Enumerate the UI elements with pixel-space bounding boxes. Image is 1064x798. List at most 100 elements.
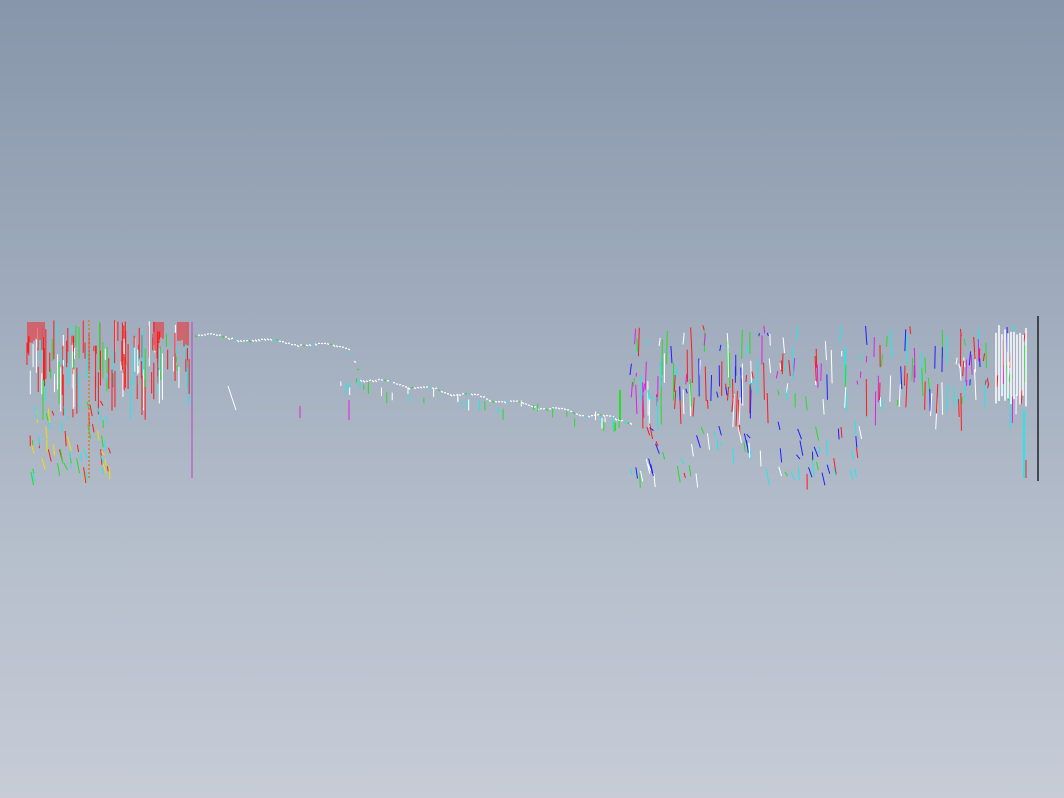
drawing-stroke [706,399,709,409]
drawing-stroke [795,454,801,460]
drawing-stroke [482,395,486,398]
drawing-stroke [401,384,405,387]
drawing-stroke [855,436,858,448]
drawing-stroke [745,375,748,383]
drawing-stroke [649,423,654,440]
drawing-stroke [820,363,822,381]
drawing-stroke [778,466,783,477]
drawing-stroke [718,425,722,436]
drawing-stroke [371,379,375,383]
drawing-stroke [904,329,907,352]
drawing-stroke [422,386,426,389]
drawing-stroke [51,410,55,416]
drawing-stroke [620,419,624,422]
drawing-stroke [587,415,591,418]
drawing-stroke [840,426,843,438]
drawing-stroke [47,408,50,423]
drawing-stroke [311,343,315,347]
drawing-stroke [332,344,336,348]
drawing-stroke [272,338,276,342]
drawing-stroke [738,397,741,425]
drawing-stroke [557,407,561,410]
drawing-stroke [974,369,977,401]
drawing-stroke [782,337,786,353]
drawing-stroke [766,393,769,424]
drawing-stroke [700,427,705,435]
drawing-stroke [865,325,868,345]
drawing-stroke [880,354,883,367]
drawing-stroke [777,421,781,431]
drawing-stroke [725,387,728,396]
drawing-stroke [512,400,516,402]
drawing-stroke [662,451,666,460]
drawing-stroke [545,408,549,412]
right-drawing-cluster [629,325,1027,490]
drawing-stroke [398,383,402,386]
cad-viewport[interactable] [0,0,1064,798]
drawing-stroke [685,373,688,385]
drawing-stroke [634,328,637,345]
drawing-stroke [695,473,699,488]
drawing-stroke [788,360,791,376]
drawing-stroke [260,338,264,341]
drawing-stroke [108,467,111,480]
drawing-stroke [696,435,701,448]
drawing-stroke [395,383,399,385]
drawing-stroke [797,466,800,481]
drawing-stroke [759,450,762,467]
drawing-stroke [203,333,207,336]
drawing-stroke [614,418,618,421]
drawing-stroke [266,338,270,341]
drawing-stroke [374,379,378,383]
drawing-stroke [572,411,576,415]
drawing-stroke [368,379,372,382]
cad-drawing-canvas[interactable] [0,0,1064,798]
drawing-stroke [63,406,66,416]
drawing-stroke [879,397,882,407]
drawing-stroke [830,349,833,384]
drawing-stroke [889,375,892,402]
drawing-stroke [1023,333,1026,342]
drawing-stroke [605,414,609,417]
drawing-stroke [958,399,960,417]
drawing-stroke [630,468,633,475]
drawing-stroke [527,404,531,407]
drawing-stroke [230,337,234,340]
drawing-stroke [644,361,647,390]
drawing-stroke [413,387,417,390]
drawing-stroke [797,428,803,440]
drawing-stroke [416,386,420,389]
drawing-stroke [31,444,35,454]
drawing-stroke [670,345,673,364]
drawing-stroke [859,354,861,362]
drawing-stroke [89,404,93,417]
drawing-stroke [314,343,318,346]
drawing-stroke [719,441,723,446]
drawing-stroke [518,400,522,404]
drawing-stroke [646,426,651,436]
drawing-stroke [656,396,659,431]
drawing-stroke [658,337,661,347]
drawing-stroke [80,452,83,462]
drawing-stroke [960,392,962,431]
drawing-stroke [962,360,965,377]
drawing-stroke [706,433,710,450]
drawing-stroke [900,366,903,390]
drawing-stroke [646,338,649,345]
drawing-stroke [858,426,863,439]
drawing-stroke [308,344,312,347]
drawing-stroke [651,395,654,401]
drawing-stroke [32,468,35,474]
drawing-stroke [921,368,924,397]
drawing-stroke [290,343,294,346]
drawing-stroke [108,447,111,454]
drawing-stroke [779,362,782,370]
drawing-stroke [816,461,819,471]
drawing-stroke [100,450,106,456]
drawing-stroke [596,413,600,416]
drawing-stroke [76,458,80,474]
drawing-stroke [257,338,261,342]
drawing-stroke [461,392,465,395]
drawing-stroke [470,393,474,396]
drawing-stroke [335,345,339,348]
